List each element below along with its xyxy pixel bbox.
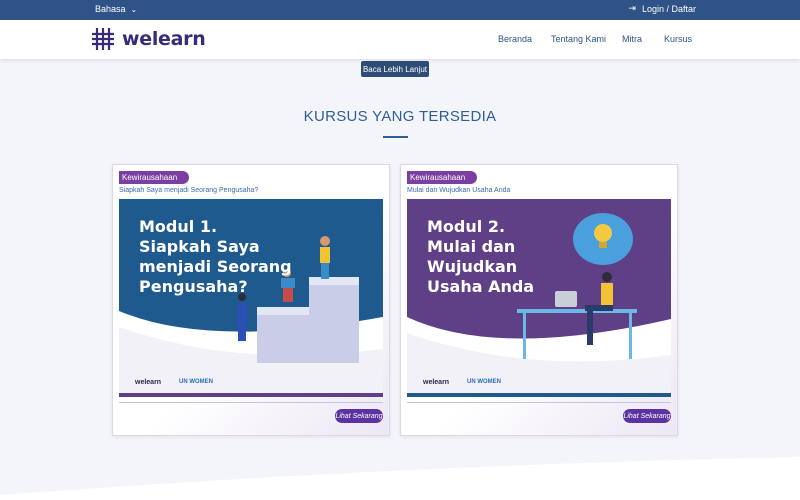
thumbnail-logo-unwomen: UN WOMEN (179, 379, 213, 385)
nav-item-mitra[interactable]: Mitra (622, 34, 642, 44)
nav-item-kursus[interactable]: Kursus (664, 34, 692, 44)
course-card-2[interactable]: Kewirausahaan Mulai dan Wujudkan Usaha A… (400, 164, 678, 436)
section-title: KURSUS YANG TERSEDIA (303, 108, 497, 125)
brand-name: welearn (122, 28, 206, 50)
login-link[interactable]: ⇥ Login / Daftar (628, 3, 696, 14)
card-divider (407, 402, 671, 403)
login-label: Login / Daftar (641, 3, 696, 14)
view-now-button[interactable]: Lihat Sekarang (623, 409, 671, 423)
read-more-button[interactable]: Baca Lebih Lanjut (361, 61, 429, 77)
thumbnail-logo-unwomen: UN WOMEN (467, 379, 501, 385)
language-selector[interactable]: Bahasa ⌄ (95, 4, 137, 14)
title-underline (383, 136, 408, 138)
welearn-logo-icon (92, 28, 114, 50)
category-badge: Kewirausahaan (119, 171, 190, 184)
course-card-1[interactable]: Kewirausahaan Siapkah Saya menjadi Seora… (112, 164, 390, 436)
course-thumbnail[interactable]: Modul 1. Siapkah Saya menjadi Seorang Pe… (119, 199, 383, 397)
course-thumbnail[interactable]: Modul 2. Mulai dan Wujudkan Usaha Anda w… (407, 199, 671, 397)
main-navbar: welearn Beranda Tentang Kami Mitra Kursu… (0, 20, 800, 59)
thumbnail-title: Modul 1. Siapkah Saya menjadi Seorang Pe… (139, 217, 292, 296)
chevron-down-icon: ⌄ (130, 4, 138, 14)
view-now-button[interactable]: Lihat Sekarang (335, 409, 383, 423)
footer-wave (0, 457, 800, 500)
login-icon: ⇥ (628, 3, 636, 13)
card-divider (119, 402, 383, 403)
nav-item-beranda[interactable]: Beranda (498, 34, 532, 44)
thumbnail-title: Modul 2. Mulai dan Wujudkan Usaha Anda (427, 217, 535, 296)
course-subtitle[interactable]: Siapkah Saya menjadi Seorang Pengusaha? (119, 187, 258, 194)
thumbnail-logo-welearn: welearn (135, 379, 162, 386)
course-subtitle[interactable]: Mulai dan Wujudkan Usaha Anda (407, 187, 510, 194)
brand-logo[interactable]: welearn (90, 26, 206, 52)
nav-item-tentang-kami[interactable]: Tentang Kami (551, 34, 606, 44)
top-bar: Bahasa ⌄ ⇥ Login / Daftar (0, 0, 800, 20)
language-label: Bahasa (95, 4, 126, 14)
category-badge: Kewirausahaan (407, 171, 478, 184)
thumbnail-logo-welearn: welearn (423, 379, 450, 386)
